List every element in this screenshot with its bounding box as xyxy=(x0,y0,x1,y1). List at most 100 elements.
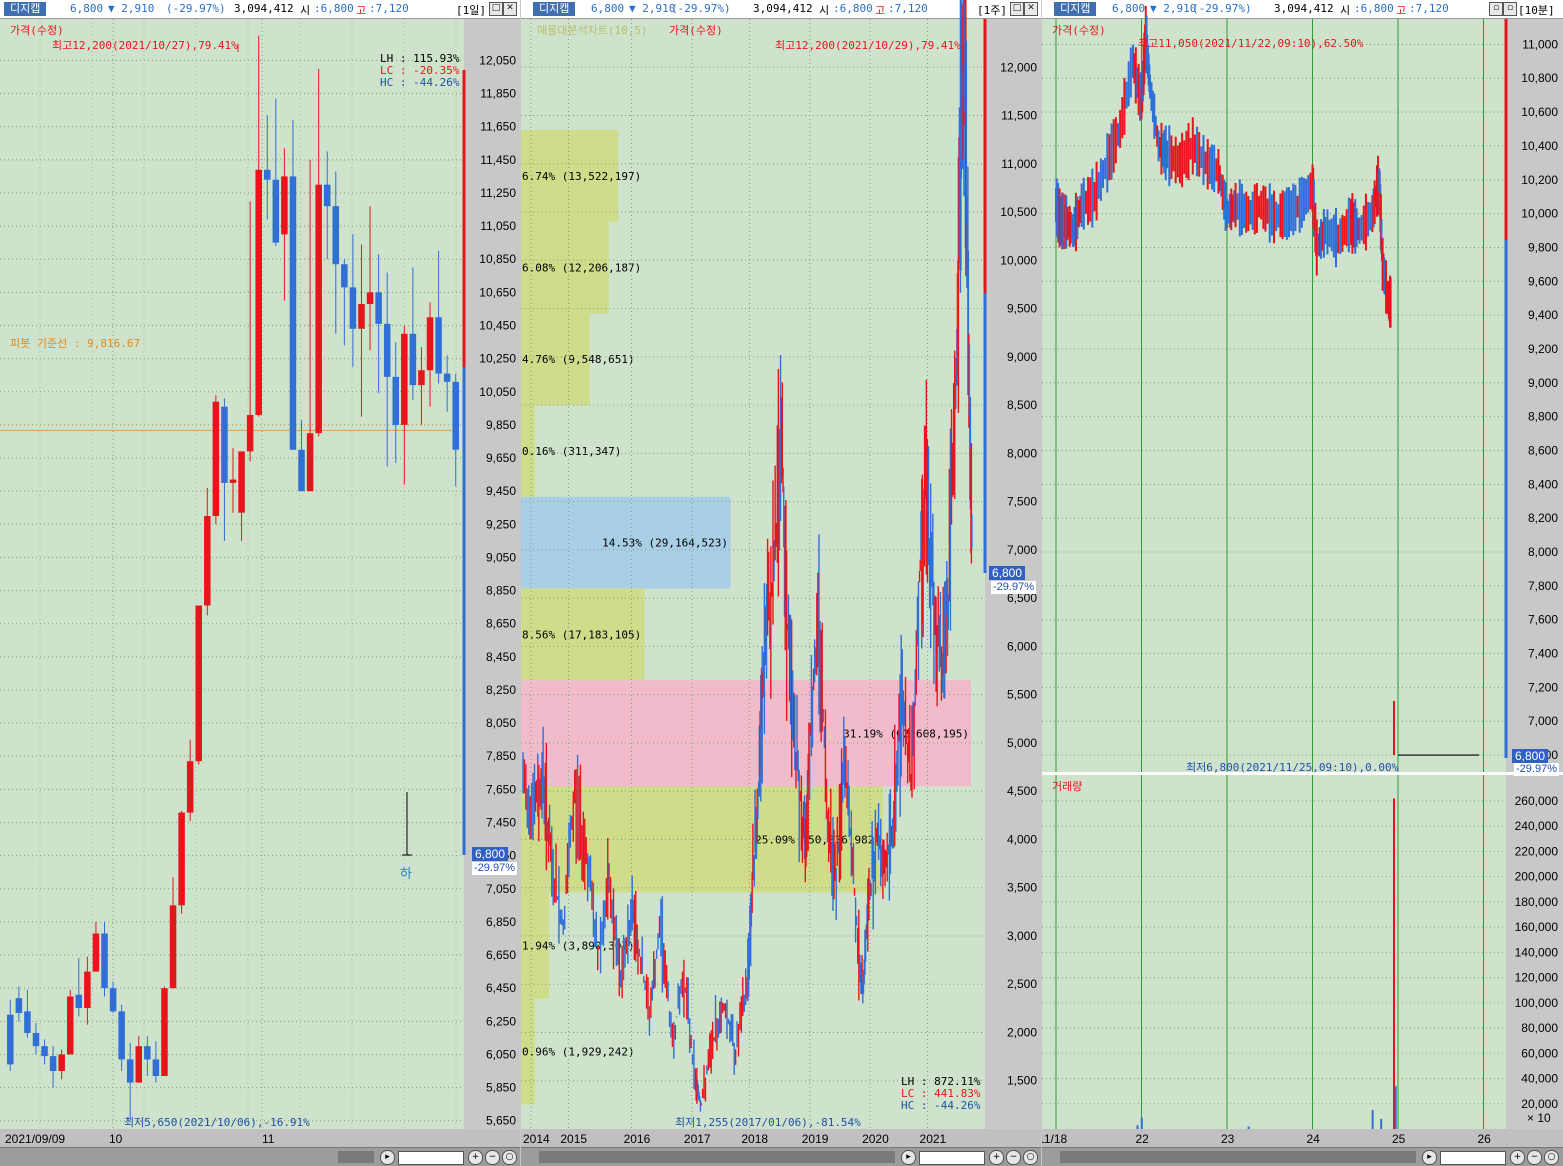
volume-profile-label: 6.74% (13,522,197) xyxy=(522,170,641,183)
zoom-out-icon[interactable]: − xyxy=(1527,1150,1542,1165)
volume-profile-label: 0.96% (1,929,242) xyxy=(522,1046,635,1059)
scrollbar[interactable] xyxy=(539,1151,895,1163)
candle-body xyxy=(7,1014,14,1065)
candle-body xyxy=(32,1032,40,1047)
candle-body xyxy=(238,451,245,513)
candle-body xyxy=(281,176,288,235)
candle-body xyxy=(418,370,425,386)
y-tick-label: 6,000 xyxy=(1007,639,1037,653)
candle-body xyxy=(366,292,374,304)
zoom-reset-icon[interactable]: ○ xyxy=(1544,1150,1559,1165)
zoom-in-icon[interactable]: + xyxy=(989,1150,1004,1165)
volume-unit: × 10 xyxy=(1527,1111,1551,1125)
y-tick-label: 5,650 xyxy=(486,1114,516,1128)
overlay-label: 매물대분석차트(10,5) xyxy=(537,24,648,37)
candle-body xyxy=(24,1011,31,1033)
y-tick-label: 3,500 xyxy=(1007,881,1037,895)
zoom-reset-icon[interactable]: ○ xyxy=(502,1150,517,1165)
candle-body xyxy=(66,996,74,1055)
high-annotation: 최고12,200(2021/10/27),79.41% xyxy=(52,39,238,52)
scroll-right-icon[interactable]: ▸ xyxy=(1422,1150,1437,1165)
current-pct-tag: -29.97% xyxy=(1514,763,1559,776)
candle-body xyxy=(298,449,305,492)
x-tick-label: 2021/09/09 xyxy=(5,1132,65,1146)
current-pct-tag: -29.97% xyxy=(991,581,1036,594)
y-tick-label: 7,000 xyxy=(1528,714,1558,728)
candle-body xyxy=(118,1011,125,1060)
y-tick-label: 7,200 xyxy=(1528,680,1558,694)
candle-body xyxy=(41,1046,48,1057)
y-tick-label: 9,200 xyxy=(1528,342,1558,356)
y-tick-label: 8,600 xyxy=(1528,443,1558,457)
volume-y-tick-label: 140,000 xyxy=(1515,945,1559,959)
volume-y-tick-label: 40,000 xyxy=(1521,1072,1558,1086)
candle-body xyxy=(289,176,297,450)
y-tick-label: 8,450 xyxy=(486,650,516,664)
candle-body xyxy=(246,414,254,452)
zoom-in-icon[interactable]: + xyxy=(468,1150,483,1165)
x-tick-label: 2018 xyxy=(741,1132,768,1146)
y-tick-label: 10,250 xyxy=(479,352,516,366)
y-tick-label: 10,800 xyxy=(1521,71,1558,85)
volume-y-tick-label: 120,000 xyxy=(1515,971,1559,985)
y-tick-label: 8,250 xyxy=(486,683,516,697)
volume-profile-label: 25.09% (50,336,982) xyxy=(755,833,881,846)
x-tick-label: 2015 xyxy=(560,1132,587,1146)
candle-body xyxy=(426,317,434,371)
candle-body xyxy=(409,333,417,386)
candle-body xyxy=(375,292,382,324)
candle-body xyxy=(101,933,108,989)
y-tick-label: 8,850 xyxy=(486,584,516,598)
scroll-right-icon[interactable]: ▸ xyxy=(901,1150,916,1165)
candle-body xyxy=(383,323,391,377)
volume-y-tick-label: 200,000 xyxy=(1515,870,1559,884)
y-tick-label: 3,000 xyxy=(1007,929,1037,943)
volume-profile-label: 4.76% (9,548,651) xyxy=(522,353,635,366)
candle-body xyxy=(84,971,91,1009)
x-tick-label: 24 xyxy=(1307,1132,1321,1146)
y-tick-label: 5,500 xyxy=(1007,688,1037,702)
zoom-reset-icon[interactable]: ○ xyxy=(1023,1150,1038,1165)
weekly-chart-panel: 디지캡 6,800 ▼ 2,910 (-29.97%) 3,094,412 시 … xyxy=(521,0,1041,1166)
candle-body xyxy=(212,401,220,517)
y-tick-label: 10,200 xyxy=(1521,173,1558,187)
candle-body xyxy=(401,333,408,425)
y-tick-label: 7,400 xyxy=(1528,647,1558,661)
zoom-slider[interactable] xyxy=(1440,1151,1506,1165)
y-tick-label: 11,650 xyxy=(480,120,516,134)
scrollbar[interactable] xyxy=(338,1151,374,1163)
y-tick-label: 10,650 xyxy=(479,285,516,299)
zoom-out-icon[interactable]: − xyxy=(485,1150,500,1165)
x-tick-label: 11 xyxy=(262,1132,275,1146)
y-tick-label: 10,450 xyxy=(479,318,516,332)
volume-y-tick-label: 220,000 xyxy=(1515,844,1559,858)
candle-body xyxy=(49,1056,57,1072)
low-annotation: 최저5,650(2021/10/06),-16.91% xyxy=(124,1116,310,1129)
scrollbar[interactable] xyxy=(1060,1151,1416,1163)
y-tick-label: 9,800 xyxy=(1528,240,1558,254)
scroll-right-icon[interactable]: ▸ xyxy=(380,1150,395,1165)
daily-chart-panel: 디지캡 6,800 ▼ 2,910 (-29.97%) 3,094,412 시 … xyxy=(0,0,520,1166)
volume-y-tick-label: 240,000 xyxy=(1515,819,1559,833)
y-tick-label: 8,800 xyxy=(1528,410,1558,424)
candle-body xyxy=(341,264,348,288)
y-tick-label: 7,650 xyxy=(486,782,516,796)
x-tick-label: 2019 xyxy=(802,1132,829,1146)
y-tick-label: 9,450 xyxy=(486,484,516,498)
zoom-slider[interactable] xyxy=(398,1151,464,1165)
bottom-toolbar: ▸ + − ○ xyxy=(521,1147,1041,1166)
intraday-chart-panel: 디지캡 6,800 ▼ 2,910 (-29.97%) 3,094,412 시 … xyxy=(1042,0,1563,1166)
y-tick-label: 4,000 xyxy=(1007,832,1037,846)
x-tick-label: 10 xyxy=(109,1132,123,1146)
zoom-in-icon[interactable]: + xyxy=(1510,1150,1525,1165)
y-tick-label: 6,850 xyxy=(486,915,516,929)
x-tick-label: 22 xyxy=(1136,1132,1150,1146)
zoom-slider[interactable] xyxy=(919,1151,985,1165)
y-tick-label: 10,050 xyxy=(479,385,516,399)
candle-body xyxy=(306,433,314,492)
candle-body xyxy=(332,206,340,265)
volume-y-tick-label: 60,000 xyxy=(1521,1046,1558,1060)
y-tick-label: 8,000 xyxy=(1007,446,1037,460)
zoom-out-icon[interactable]: − xyxy=(1006,1150,1021,1165)
y-tick-label: 6,450 xyxy=(486,981,516,995)
